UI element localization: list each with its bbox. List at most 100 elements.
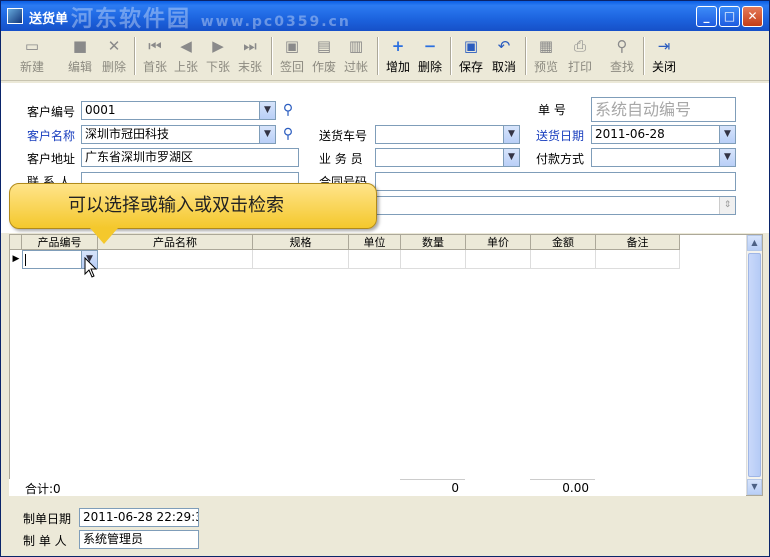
title-bar: 送货单 河东软件园 www.pc0359.cn _ □ ✕ <box>1 1 769 32</box>
prev-button[interactable]: ◀ 上张 <box>171 35 201 77</box>
find-label: 查找 <box>609 60 634 74</box>
toolbar-separator <box>377 37 379 75</box>
vehicle-label: 送货车号 <box>319 129 368 143</box>
edit-button[interactable]: ■ 编辑 <box>63 35 97 77</box>
customer-no-label: 客户编号 <box>27 105 76 119</box>
chevron-down-icon[interactable]: ▼ <box>259 126 275 143</box>
customer-addr-label: 客户地址 <box>27 152 76 166</box>
price-cell[interactable] <box>466 250 531 269</box>
toolbar-separator <box>134 37 136 75</box>
add-row-button[interactable]: + 增加 <box>383 35 413 77</box>
next-button[interactable]: ▶ 下张 <box>203 35 233 77</box>
remarks-field[interactable]: ⇕ <box>375 196 736 215</box>
first-button[interactable]: ⏮ 首张 <box>140 35 170 77</box>
delete-doc-button[interactable]: ✕ 删除 <box>97 35 131 77</box>
payment-label: 付款方式 <box>536 152 585 166</box>
scroll-thumb[interactable] <box>748 253 761 477</box>
search-icon[interactable]: ⚲ <box>278 100 298 120</box>
close-window-button[interactable]: ✕ <box>742 6 763 27</box>
customer-name-value: 深圳市冠田科技 <box>85 127 170 141</box>
post-button[interactable]: ▥ 过帐 <box>341 35 371 77</box>
sign-icon: ▣ <box>284 37 300 55</box>
last-label: 末张 <box>237 60 262 74</box>
creator-label: 制 单 人 <box>23 534 67 548</box>
order-no-field[interactable]: 系统自动编号 <box>591 97 736 122</box>
find-button[interactable]: ⚲ 查找 <box>607 35 637 77</box>
product-grid[interactable]: 产品编号 产品名称 规格 单位 数量 单价 金额 备注 ▶ ▼ ▲ ▼ <box>9 234 763 496</box>
col-quantity[interactable]: 数量 <box>401 235 466 250</box>
col-amount[interactable]: 金额 <box>531 235 596 250</box>
chevron-down-icon[interactable]: ▼ <box>503 126 519 143</box>
print-button[interactable]: ⎙ 打印 <box>563 35 597 77</box>
creator-field[interactable]: 系统管理员 <box>79 530 199 549</box>
last-icon: ⏭ <box>243 37 257 55</box>
maximize-button[interactable]: □ <box>719 6 740 27</box>
col-spec[interactable]: 规格 <box>253 235 349 250</box>
post-label: 过帐 <box>343 60 368 74</box>
totals-row: 合计:0 0 0.00 <box>9 479 746 496</box>
cancel-button[interactable]: ↶ 取消 <box>489 35 519 77</box>
delivery-order-window: 送货单 河东软件园 www.pc0359.cn _ □ ✕ ▭ 新建 ■ 编辑 ✕ 删… <box>0 0 770 557</box>
undo-icon: ↶ <box>497 37 511 55</box>
created-date-field[interactable]: 2011-06-28 22:29:31 <box>79 508 199 527</box>
customer-name-field[interactable]: 深圳市冠田科技 ▼ <box>81 125 276 144</box>
delivery-date-field[interactable]: 2011-06-28 ▼ <box>591 125 736 144</box>
chevron-down-icon[interactable]: ▼ <box>503 149 519 166</box>
col-unit[interactable]: 单位 <box>349 235 401 250</box>
table-row[interactable]: ▼ <box>10 250 680 269</box>
add-label: 增加 <box>385 60 410 74</box>
chevron-down-icon[interactable]: ▼ <box>719 149 735 166</box>
post-icon: ▥ <box>348 37 364 55</box>
save-button[interactable]: ▣ 保存 <box>456 35 486 77</box>
quantity-cell[interactable] <box>401 250 466 269</box>
col-product-no[interactable]: 产品编号 <box>22 235 98 250</box>
minimize-button[interactable]: _ <box>696 6 717 27</box>
close-button[interactable]: ⇥ 关闭 <box>649 35 679 77</box>
created-date-label: 制单日期 <box>23 512 72 526</box>
plus-icon: + <box>391 37 405 55</box>
preview-label: 预览 <box>533 60 558 74</box>
next-label: 下张 <box>205 60 230 74</box>
prev-icon: ◀ <box>180 37 192 55</box>
payment-field[interactable]: ▼ <box>591 148 736 167</box>
new-button[interactable]: ▭ 新建 <box>15 35 49 77</box>
customer-no-field[interactable]: 0001 ▼ <box>81 101 276 120</box>
chevron-down-icon[interactable]: ▼ <box>259 102 275 119</box>
scroll-up-icon[interactable]: ▲ <box>747 235 762 251</box>
unit-cell[interactable] <box>349 250 401 269</box>
amount-cell[interactable] <box>531 250 596 269</box>
toolbar: ▭ 新建 ■ 编辑 ✕ 删除 ⏮ 首张 ◀ 上张 ▶ 下张 ⏭ 末张 ▣ 签回 ▤ 作废 ▥ 过帐 … <box>1 31 769 81</box>
toolbar-separator <box>450 37 452 75</box>
chevron-down-icon[interactable]: ▼ <box>719 126 735 143</box>
watermark-text: 河东软件园 www.pc0359.cn <box>71 7 351 32</box>
void-button[interactable]: ▤ 作废 <box>309 35 339 77</box>
sign-back-label: 签回 <box>279 60 304 74</box>
exit-icon: ⇥ <box>657 37 671 55</box>
col-product-name[interactable]: 产品名称 <box>98 235 253 250</box>
product-name-cell[interactable] <box>98 250 253 269</box>
scroll-down-icon[interactable]: ▼ <box>747 479 762 495</box>
last-button[interactable]: ⏭ 末张 <box>235 35 265 77</box>
delete-doc-label: 删除 <box>101 60 126 74</box>
search-icon[interactable]: ⚲ <box>278 124 298 144</box>
col-price[interactable]: 单价 <box>466 235 531 250</box>
hint-tooltip: 可以选择或输入或双击检索 <box>9 183 377 244</box>
customer-addr-field[interactable]: 广东省深圳市罗湖区 <box>81 148 299 167</box>
contract-field[interactable] <box>375 172 736 191</box>
app-icon <box>7 8 23 24</box>
remove-row-button[interactable]: − 删除 <box>415 35 445 77</box>
new-label: 新建 <box>19 60 44 74</box>
sign-back-button[interactable]: ▣ 签回 <box>277 35 307 77</box>
col-note[interactable]: 备注 <box>596 235 680 250</box>
note-cell[interactable] <box>596 250 680 269</box>
salesman-field[interactable]: ▼ <box>375 148 520 167</box>
grid-scrollbar[interactable]: ▲ ▼ <box>746 235 762 495</box>
hint-text: 可以选择或输入或双击检索 <box>68 195 284 216</box>
salesman-label: 业 务 员 <box>319 152 363 166</box>
new-doc-icon: ▭ <box>24 37 40 55</box>
spin-icon[interactable]: ⇕ <box>719 197 735 214</box>
vehicle-field[interactable]: ▼ <box>375 125 520 144</box>
void-label: 作废 <box>311 60 336 74</box>
spec-cell[interactable] <box>253 250 349 269</box>
preview-button[interactable]: ▦ 预览 <box>531 35 561 77</box>
